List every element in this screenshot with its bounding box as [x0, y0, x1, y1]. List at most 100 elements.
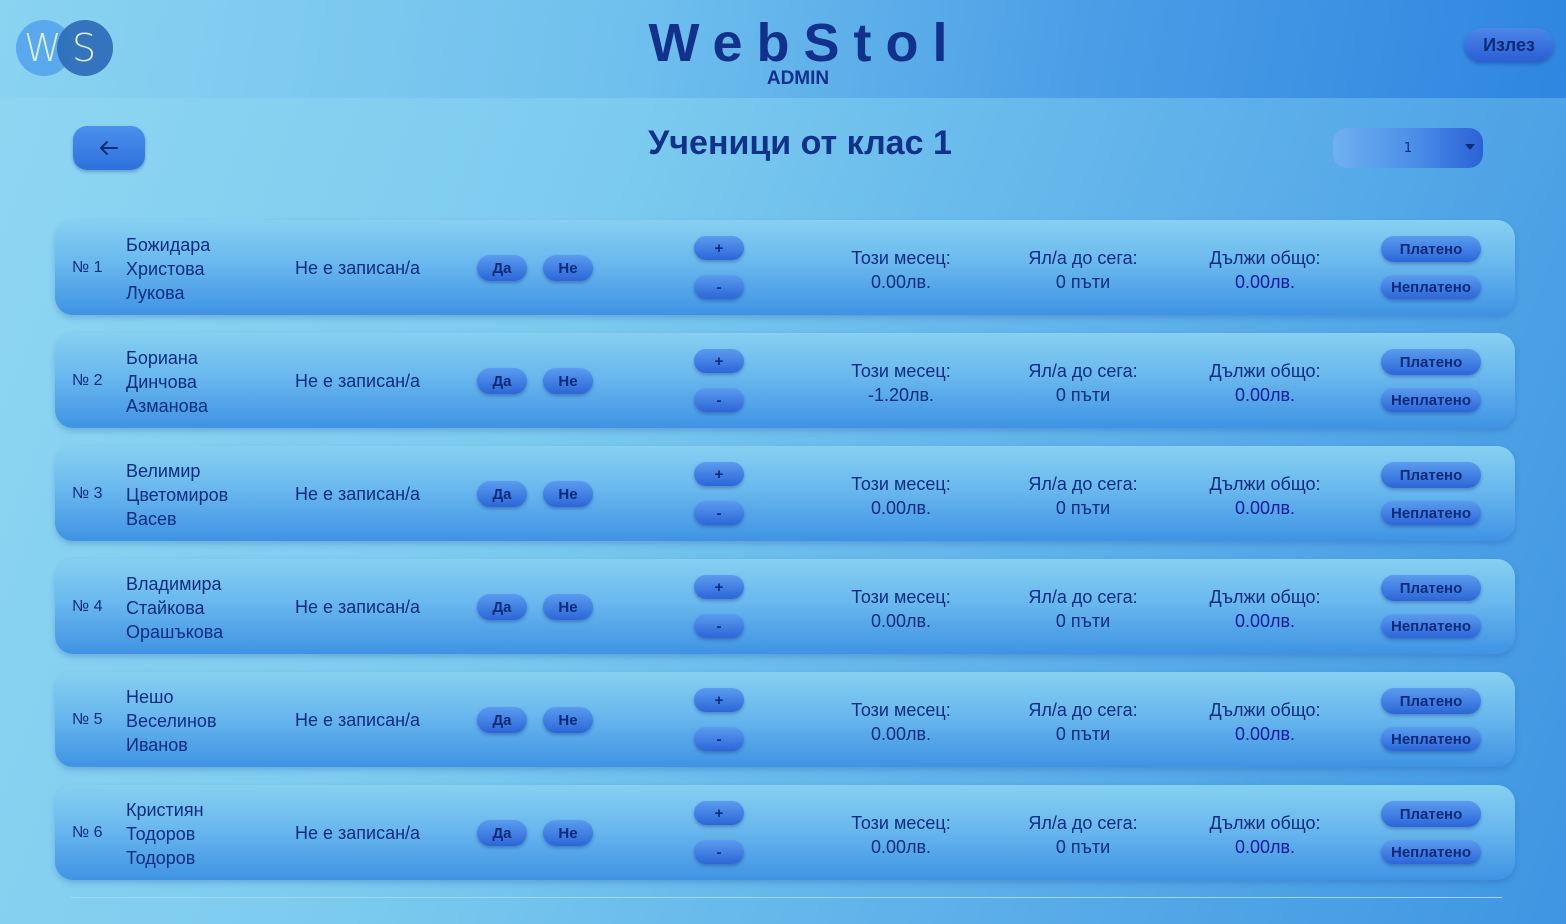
student-last-name: Орашъкова	[126, 622, 224, 642]
unpaid-button[interactable]: Неплатено	[1381, 727, 1481, 751]
owes-label: Дължи общо:	[1209, 248, 1321, 268]
eaten-value: 0 пъти	[1055, 611, 1111, 631]
student-last-name: Тодоров	[126, 848, 196, 868]
owes-value: 0.00лв.	[1234, 385, 1296, 405]
student-number: № 1	[72, 259, 103, 276]
owes-stat: Дължи общо: 0.00лв.	[1180, 246, 1350, 294]
divider	[70, 897, 1502, 898]
this-month-value: -1.20лв.	[867, 385, 935, 405]
this-month-stat: Този месец: 0.00лв.	[816, 811, 986, 859]
student-name: Бориана Динчова Азманова	[126, 346, 208, 418]
this-month-label: Този месец:	[851, 474, 951, 494]
owes-label: Дължи общо:	[1209, 587, 1321, 607]
eaten-label: Ял/а до сега:	[1028, 361, 1138, 381]
paid-button[interactable]: Платено	[1381, 236, 1481, 262]
eaten-value: 0 пъти	[1055, 724, 1111, 744]
increment-button[interactable]: +	[694, 236, 744, 260]
this-month-label: Този месец:	[851, 248, 951, 268]
eaten-stat: Ял/а до сега: 0 пъти	[998, 585, 1168, 633]
owes-value: 0.00лв.	[1234, 724, 1296, 744]
student-row: № 5 Нешо Веселинов Иванов Не е записан/а…	[55, 672, 1515, 767]
paid-button[interactable]: Платено	[1381, 349, 1481, 375]
increment-button[interactable]: +	[694, 349, 744, 373]
no-button[interactable]: Не	[543, 820, 593, 846]
student-middle-name: Христова	[126, 259, 205, 279]
eaten-value: 0 пъти	[1055, 498, 1111, 518]
owes-value: 0.00лв.	[1234, 272, 1296, 292]
student-last-name: Лукова	[126, 283, 185, 303]
this-month-stat: Този месец: 0.00лв.	[816, 246, 986, 294]
class-select[interactable]: 1	[1333, 128, 1483, 168]
this-month-label: Този месец:	[851, 587, 951, 607]
owes-label: Дължи общо:	[1209, 474, 1321, 494]
yes-button[interactable]: Да	[477, 707, 527, 733]
student-last-name: Иванов	[126, 735, 188, 755]
unpaid-button[interactable]: Неплатено	[1381, 840, 1481, 864]
student-row: № 1 Божидара Христова Лукова Не е записа…	[55, 220, 1515, 315]
this-month-value: 0.00лв.	[870, 272, 932, 292]
student-row: № 2 Бориана Динчова Азманова Не е записа…	[55, 333, 1515, 428]
eaten-value: 0 пъти	[1055, 385, 1111, 405]
no-button[interactable]: Не	[543, 481, 593, 507]
back-button[interactable]	[73, 126, 145, 170]
student-name: Кристиян Тодоров Тодоров	[126, 798, 204, 870]
decrement-button[interactable]: -	[694, 840, 744, 864]
student-row: № 4 Владимира Стайкова Орашъкова Не е за…	[55, 559, 1515, 654]
webstol-logo[interactable]: W S	[16, 20, 116, 76]
paid-button[interactable]: Платено	[1381, 575, 1481, 601]
owes-label: Дължи общо:	[1209, 813, 1321, 833]
this-month-label: Този месец:	[851, 813, 951, 833]
student-number: № 5	[72, 711, 103, 728]
student-name: Божидара Христова Лукова	[126, 233, 210, 305]
no-button[interactable]: Не	[543, 707, 593, 733]
yes-button[interactable]: Да	[477, 481, 527, 507]
this-month-value: 0.00лв.	[870, 724, 932, 744]
unpaid-button[interactable]: Неплатено	[1381, 614, 1481, 638]
eaten-label: Ял/а до сега:	[1028, 813, 1138, 833]
eaten-stat: Ял/а до сега: 0 пъти	[998, 811, 1168, 859]
eaten-stat: Ял/а до сега: 0 пъти	[998, 359, 1168, 407]
unpaid-button[interactable]: Неплатено	[1381, 275, 1481, 299]
decrement-button[interactable]: -	[694, 275, 744, 299]
owes-value: 0.00лв.	[1234, 498, 1296, 518]
decrement-button[interactable]: -	[694, 614, 744, 638]
increment-button[interactable]: +	[694, 801, 744, 825]
student-first-name: Владимира	[126, 574, 222, 594]
enrollment-status: Не е записан/а	[295, 597, 421, 617]
increment-button[interactable]: +	[694, 688, 744, 712]
no-button[interactable]: Не	[543, 255, 593, 281]
unpaid-button[interactable]: Неплатено	[1381, 501, 1481, 525]
increment-button[interactable]: +	[694, 575, 744, 599]
owes-value: 0.00лв.	[1234, 837, 1296, 857]
paid-button[interactable]: Платено	[1381, 462, 1481, 488]
student-number: № 4	[72, 598, 103, 615]
student-first-name: Нешо	[126, 687, 174, 707]
unpaid-button[interactable]: Неплатено	[1381, 388, 1481, 412]
increment-button[interactable]: +	[694, 462, 744, 486]
page-title: Ученици от клас 1	[648, 124, 952, 162]
yes-button[interactable]: Да	[477, 820, 527, 846]
paid-button[interactable]: Платено	[1381, 801, 1481, 827]
no-button[interactable]: Не	[543, 594, 593, 620]
arrow-left-icon	[100, 141, 118, 155]
student-middle-name: Динчова	[126, 372, 197, 392]
no-button[interactable]: Не	[543, 368, 593, 394]
decrement-button[interactable]: -	[694, 727, 744, 751]
this-month-value: 0.00лв.	[870, 837, 932, 857]
owes-label: Дължи общо:	[1209, 700, 1321, 720]
paid-button[interactable]: Платено	[1381, 688, 1481, 714]
student-first-name: Велимир	[126, 461, 201, 481]
decrement-button[interactable]: -	[694, 388, 744, 412]
owes-stat: Дължи общо: 0.00лв.	[1180, 698, 1350, 746]
yes-button[interactable]: Да	[477, 594, 527, 620]
eaten-value: 0 пъти	[1055, 837, 1111, 857]
owes-stat: Дължи общо: 0.00лв.	[1180, 585, 1350, 633]
student-name: Велимир Цветомиров Васев	[126, 459, 228, 531]
decrement-button[interactable]: -	[694, 501, 744, 525]
yes-button[interactable]: Да	[477, 255, 527, 281]
yes-button[interactable]: Да	[477, 368, 527, 394]
student-first-name: Кристиян	[126, 800, 204, 820]
this-month-value: 0.00лв.	[870, 611, 932, 631]
logout-button[interactable]: Излез	[1464, 28, 1554, 62]
this-month-stat: Този месец: 0.00лв.	[816, 698, 986, 746]
